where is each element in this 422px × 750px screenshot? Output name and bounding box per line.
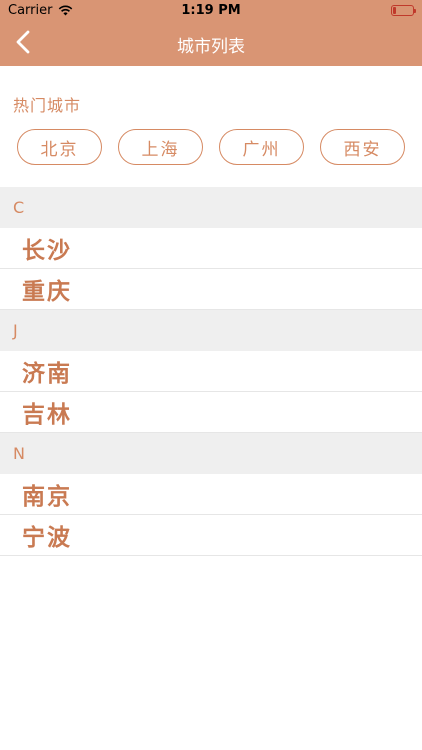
status-time: 1:19 PM — [181, 3, 241, 18]
city-row[interactable]: 长沙 — [0, 228, 422, 269]
city-list: C 长沙 重庆 J 济南 吉林 N 南京 宁波 — [0, 187, 422, 556]
hot-city-button[interactable]: 西安 — [320, 129, 405, 165]
battery-icon — [391, 5, 416, 16]
city-row[interactable]: 吉林 — [0, 392, 422, 433]
city-row[interactable]: 南京 — [0, 474, 422, 515]
hot-city-button[interactable]: 广州 — [219, 129, 304, 165]
hot-city-button[interactable]: 北京 — [17, 129, 102, 165]
section-header-n: N — [0, 433, 422, 474]
hot-city-button[interactable]: 上海 — [118, 129, 203, 165]
hot-cities-label: 热门城市 — [13, 96, 82, 115]
page-title: 城市列表 — [177, 37, 245, 57]
section-header-c: C — [0, 187, 422, 228]
city-row[interactable]: 宁波 — [0, 515, 422, 556]
section-header-j: J — [0, 310, 422, 351]
status-bar: Carrier 1:19 PM — [0, 0, 422, 22]
city-row[interactable]: 重庆 — [0, 269, 422, 310]
hot-cities-row: 北京 上海 广州 西安 — [17, 129, 405, 165]
navigation-bar: Carrier 1:19 PM 城市列表 — [0, 0, 422, 66]
city-row[interactable]: 济南 — [0, 351, 422, 392]
